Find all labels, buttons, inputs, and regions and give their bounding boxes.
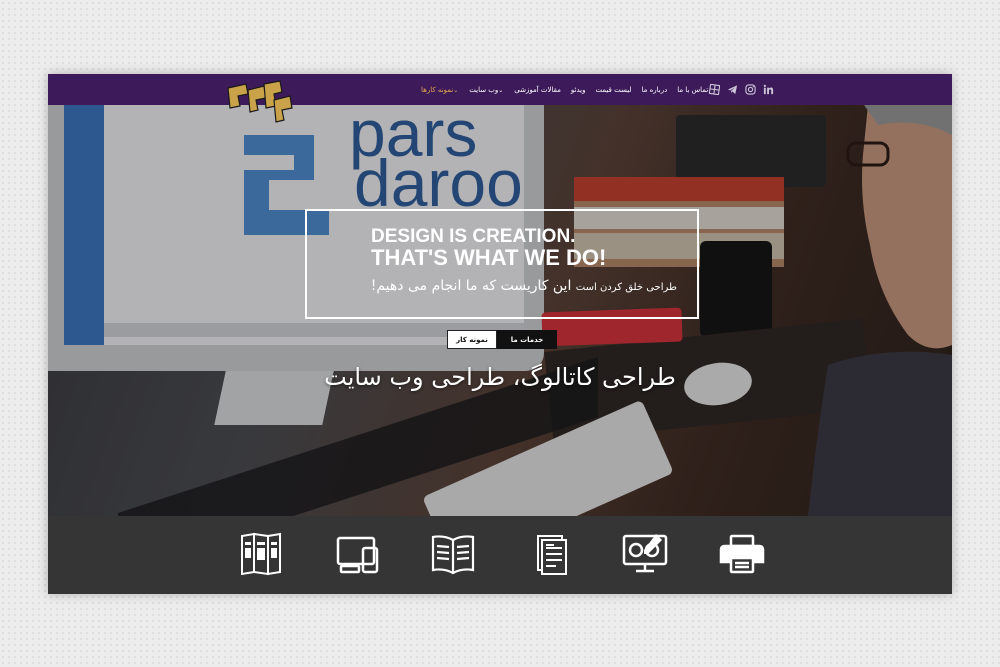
tagline-fa-main: این کاریست که ما انجام می دهیم!: [370, 278, 572, 294]
chevron-down-icon: ⌄: [453, 86, 459, 94]
tagline-box: DESIGN IS CREATION. THAT'S WHAT WE DO! ط…: [305, 209, 699, 319]
main-menu: تماس با ما درباره ما لیست قیمت ویدئو مقا…: [416, 74, 713, 105]
menu-item-video[interactable]: ویدئو: [566, 86, 591, 94]
printer-icon[interactable]: [719, 532, 765, 576]
instagram-icon[interactable]: [744, 84, 756, 96]
tagline-fa: طراحی خلق کردن است این کاریست که ما انجا…: [371, 278, 677, 294]
menu-item-about[interactable]: درباره ما: [636, 86, 672, 94]
menu-item-portfolio[interactable]: ⌄نمونه کارها: [416, 86, 464, 94]
tagline-en-line2: THAT'S WHAT WE DO!: [371, 245, 607, 270]
tagline-fa-small: طراحی خلق کردن است: [575, 282, 677, 293]
chevron-down-icon: ⌄: [498, 86, 504, 94]
document-icon[interactable]: [528, 532, 574, 576]
web-design-icon[interactable]: [622, 532, 668, 576]
hero-banner: pars daroo DESIGN IS CREATION. THAT'S WH…: [48, 105, 952, 516]
menu-item-price-list[interactable]: لیست قیمت: [591, 86, 637, 94]
hero-buttons: نمونه کار خدمات ما: [447, 330, 557, 349]
top-navbar: تماس با ما درباره ما لیست قیمت ویدئو مقا…: [48, 74, 952, 105]
site-logo[interactable]: [224, 78, 294, 128]
responsive-devices-icon[interactable]: [335, 532, 381, 576]
linkedin-icon[interactable]: [762, 84, 774, 96]
windows-icon[interactable]: [708, 84, 720, 96]
catalog-book-icon[interactable]: [430, 532, 476, 576]
tagline-en-line1: DESIGN IS CREATION.: [371, 226, 576, 247]
brochure-icon[interactable]: [238, 532, 284, 576]
menu-item-website[interactable]: ⌄وب سایت: [464, 86, 509, 94]
hero-subtitle: طراحی کاتالوگ، طراحی وب سایت: [324, 363, 676, 391]
services-button[interactable]: خدمات ما: [497, 330, 557, 349]
social-links: [708, 74, 774, 105]
website-screenshot: تماس با ما درباره ما لیست قیمت ویدئو مقا…: [48, 74, 952, 594]
portfolio-button[interactable]: نمونه کار: [447, 330, 497, 349]
services-bar: [48, 516, 952, 594]
menu-item-articles[interactable]: مقالات آموزشی: [509, 86, 566, 94]
telegram-icon[interactable]: [726, 84, 738, 96]
